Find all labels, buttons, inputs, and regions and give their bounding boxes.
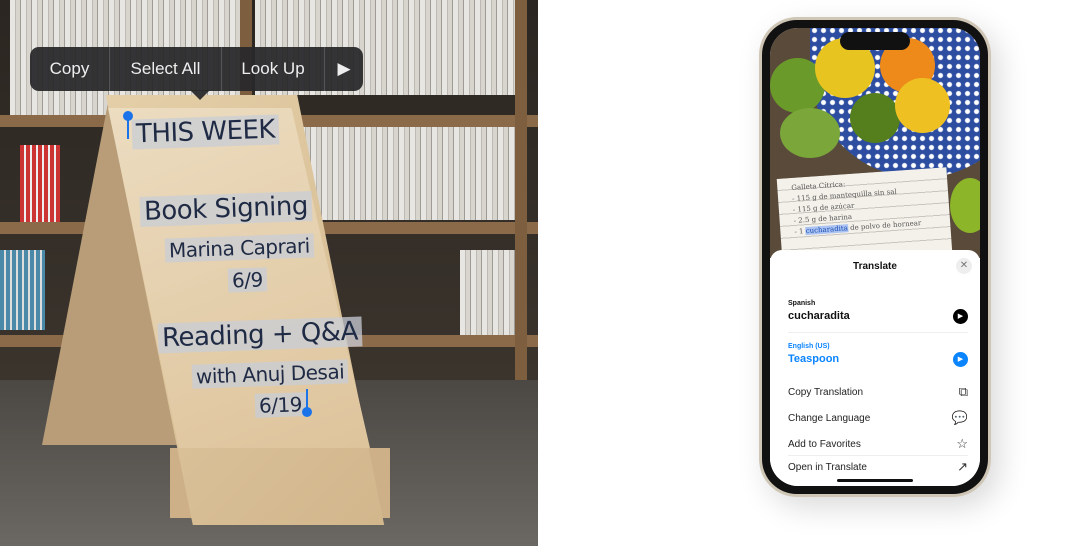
more-arrow-icon[interactable]: ▶	[325, 47, 363, 91]
lime	[780, 108, 840, 158]
selection-end-handle[interactable]	[302, 389, 312, 417]
copy-menu-item[interactable]: Copy	[30, 47, 110, 91]
action-label: Change Language	[788, 412, 871, 424]
translate-sheet: Translate ✕ Spanish cucharadita ▶ Englis…	[770, 250, 980, 486]
iphone: Galleta Cítrica: - 115 g de mantequilla …	[759, 17, 991, 497]
source-text: cucharadita	[788, 310, 850, 322]
translate-bubble-icon: 💬	[951, 410, 968, 425]
sign-text[interactable]: THIS WEEK	[131, 114, 280, 150]
star-icon: ☆	[956, 436, 968, 451]
selection-start-handle[interactable]	[123, 111, 133, 139]
target-text: Teaspoon	[788, 353, 840, 365]
home-indicator	[837, 479, 913, 482]
books	[20, 145, 60, 225]
copy-translation-action[interactable]: Copy Translation ⧉	[788, 384, 968, 400]
books	[0, 250, 45, 330]
phone-screen: Galleta Cítrica: - 115 g de mantequilla …	[770, 28, 980, 486]
action-label: Add to Favorites	[788, 438, 861, 450]
play-source-icon[interactable]: ▶	[953, 309, 968, 324]
books	[300, 125, 515, 220]
camera-photo: Galleta Cítrica: - 115 g de mantequilla …	[770, 28, 980, 279]
select-all-menu-item[interactable]: Select All	[110, 47, 222, 91]
target-language[interactable]: English (US)	[788, 343, 830, 350]
divider	[788, 332, 968, 333]
lime	[850, 93, 900, 143]
action-label: Copy Translation	[788, 386, 864, 398]
lemon	[895, 78, 950, 133]
text-context-menu: Copy Select All Look Up ▶	[30, 47, 363, 100]
books	[460, 250, 515, 340]
source-language: Spanish	[788, 300, 816, 307]
selected-word[interactable]: cucharadita	[805, 224, 849, 236]
add-to-favorites-action[interactable]: Add to Favorites ☆	[788, 436, 968, 452]
sheet-title: Translate	[853, 261, 897, 272]
open-in-translate-action[interactable]: Open in Translate ↗	[788, 459, 968, 475]
notch	[840, 32, 910, 50]
sign-text[interactable]: Book Signing	[139, 191, 313, 227]
close-icon[interactable]: ✕	[956, 258, 972, 274]
sign-text[interactable]: 6/9	[227, 267, 268, 293]
play-translation-icon[interactable]: ▶	[953, 352, 968, 367]
live-text-photo: THIS WEEK Book Signing Marina Caprari 6/…	[0, 0, 538, 546]
shelf-post	[515, 0, 527, 400]
lime-half	[950, 178, 980, 233]
sign-text[interactable]: 6/19	[254, 392, 307, 418]
open-external-icon: ↗	[957, 459, 968, 474]
look-up-menu-item[interactable]: Look Up	[222, 47, 325, 91]
copy-icon: ⧉	[958, 384, 968, 399]
divider	[788, 455, 968, 456]
action-label: Open in Translate	[788, 461, 867, 473]
change-language-action[interactable]: Change Language 💬	[788, 410, 968, 426]
